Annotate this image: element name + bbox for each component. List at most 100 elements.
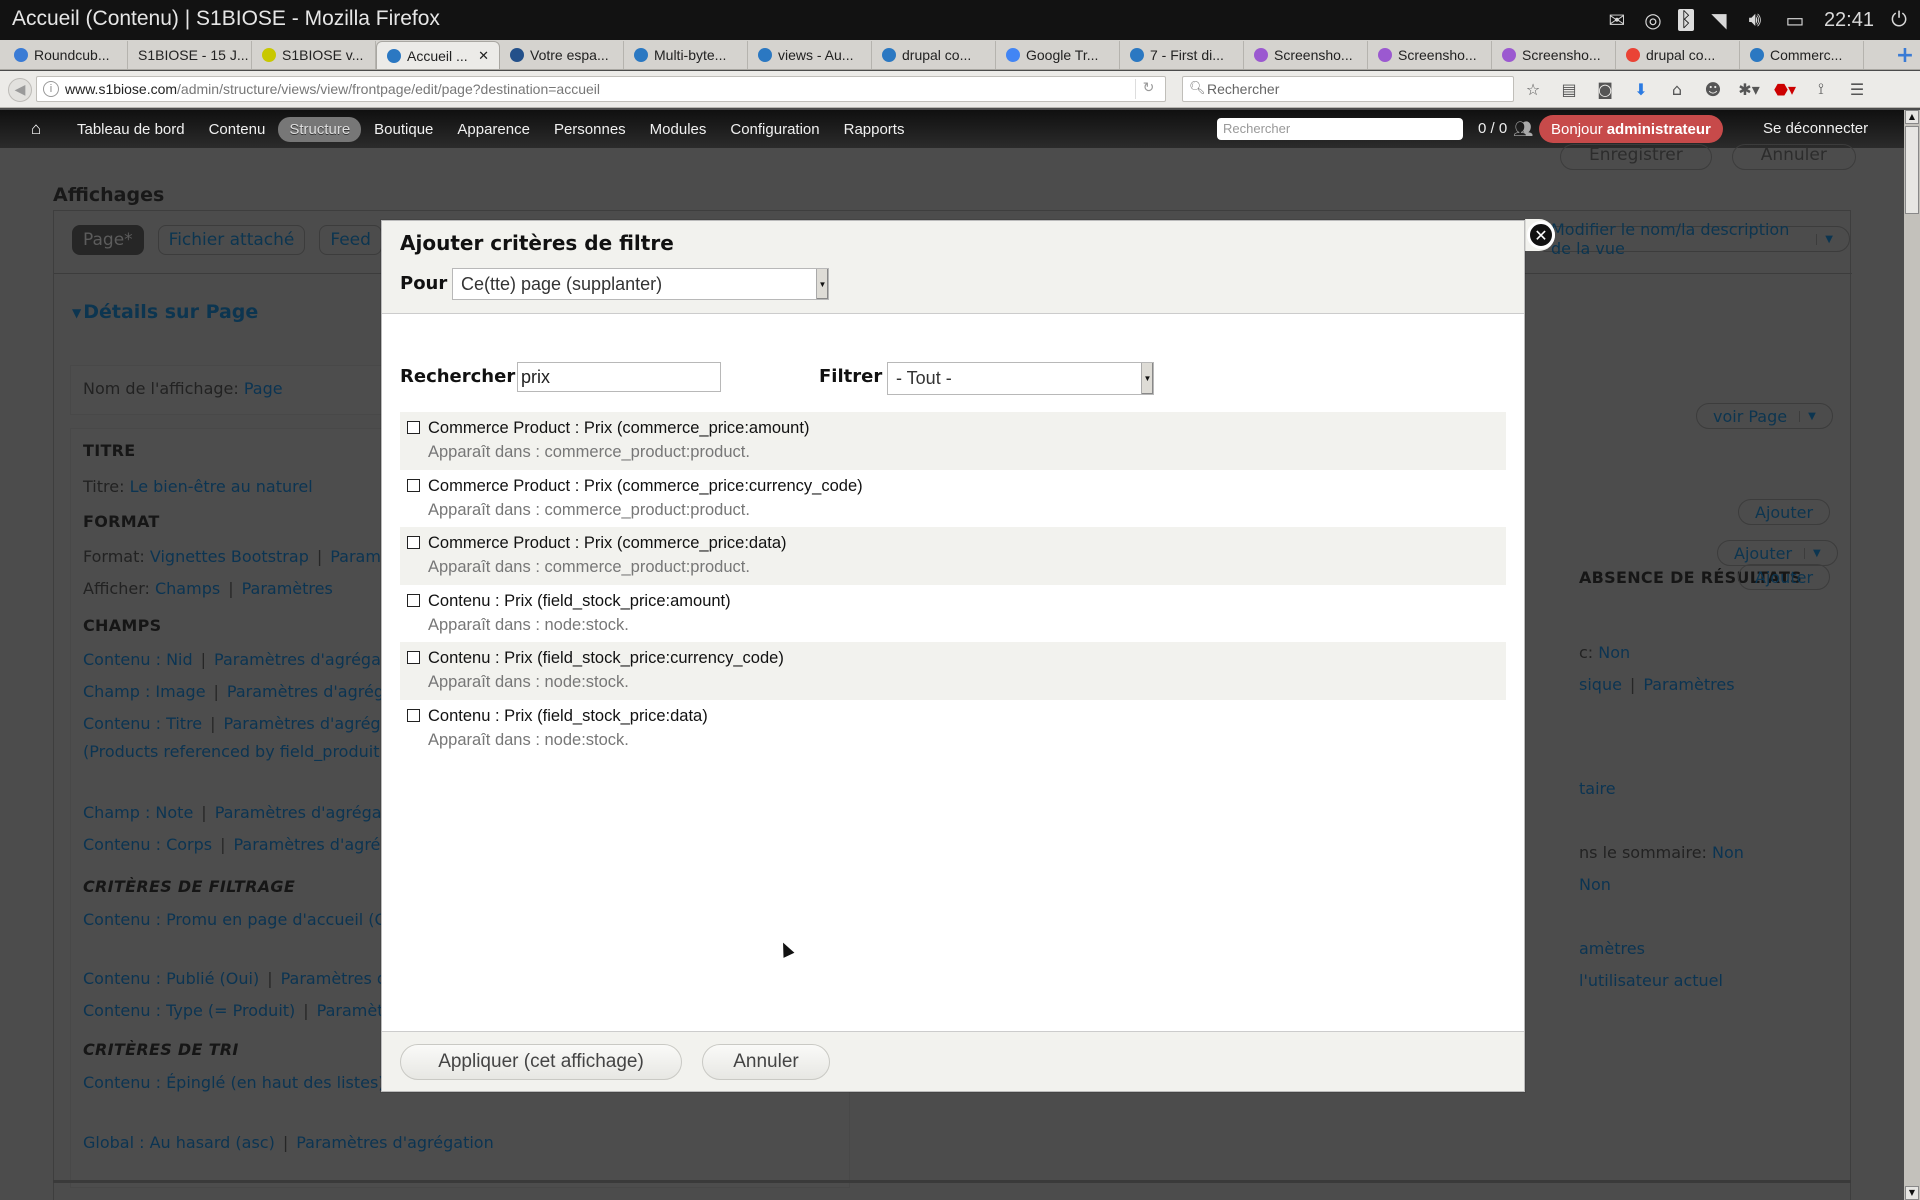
setting-link[interactable]: Contenu : Promu en page d'accueil (Oui): [83, 910, 408, 929]
admin-menu-item[interactable]: Configuration: [719, 117, 830, 142]
option-checkbox[interactable]: [407, 478, 420, 492]
wifi-icon[interactable]: ◥: [1708, 9, 1730, 32]
scroll-down-icon[interactable]: ▼: [1905, 1186, 1919, 1200]
browser-tab[interactable]: drupal co...: [1616, 41, 1740, 69]
browser-tab[interactable]: drupal co...: [872, 41, 996, 69]
site-info-icon[interactable]: i: [43, 81, 59, 97]
show-params-link[interactable]: Paramètres: [242, 579, 333, 598]
filter-option[interactable]: Contenu : Prix (field_stock_price:curren…: [400, 642, 1506, 700]
option-checkbox[interactable]: [407, 536, 420, 549]
filter-option[interactable]: Commerce Product : Prix (commerce_price:…: [400, 412, 1506, 470]
setting-link[interactable]: Contenu : Publié (Oui): [83, 969, 259, 988]
pocket-icon[interactable]: ◙: [1594, 78, 1616, 100]
edit-view-name-button[interactable]: Modifier le nom/la description de la vue…: [1534, 220, 1850, 258]
new-tab-icon[interactable]: +: [1890, 41, 1920, 69]
setting-link[interactable]: Contenu : Nid: [83, 650, 193, 669]
mail-icon[interactable]: ✉: [1606, 9, 1628, 32]
download-icon[interactable]: ⬇: [1630, 78, 1652, 100]
tornado-icon[interactable]: ⟟: [1810, 78, 1832, 100]
option-title[interactable]: Commerce Product : Prix (commerce_price:…: [428, 534, 787, 553]
setting-link[interactable]: Global : Au hasard (asc): [83, 1133, 275, 1152]
setting-link[interactable]: Contenu : Titre: [83, 714, 202, 733]
setting-link[interactable]: (Products referenced by field_produit: [83, 742, 379, 761]
format-link[interactable]: Vignettes Bootstrap: [150, 547, 309, 566]
apply-button[interactable]: Appliquer (cet affichage): [400, 1044, 682, 1080]
details-toggle[interactable]: ▼ Détails sur Page: [72, 301, 258, 323]
filter-option[interactable]: Commerce Product : Prix (commerce_price:…: [400, 527, 1506, 585]
browser-search-input[interactable]: 🔍︎ Rechercher: [1182, 76, 1514, 102]
page-scrollbar[interactable]: ▲ ▼: [1904, 110, 1920, 1200]
setting-link[interactable]: Champ : Note: [83, 803, 193, 822]
admin-menu-item[interactable]: Tableau de bord: [66, 117, 196, 142]
option-checkbox[interactable]: [407, 708, 420, 722]
view-page-button[interactable]: voir Page ▼: [1696, 403, 1833, 429]
display-name-link[interactable]: Page: [244, 379, 283, 398]
logout-link[interactable]: Se déconnecter: [1763, 120, 1868, 137]
power-icon[interactable]: ⏻: [1888, 9, 1910, 31]
admin-menu-item[interactable]: Modules: [639, 117, 718, 142]
add-button[interactable]: Ajouter: [1738, 499, 1831, 525]
admin-search-input[interactable]: Rechercher: [1217, 118, 1463, 140]
browser-tab[interactable]: Screensho...: [1368, 41, 1492, 69]
back-button[interactable]: ◀: [8, 78, 32, 102]
admin-menu-item[interactable]: Personnes: [543, 117, 637, 142]
filter-option[interactable]: Commerce Product : Prix (commerce_price:…: [400, 470, 1506, 528]
option-checkbox[interactable]: [407, 593, 420, 607]
option-title[interactable]: Contenu : Prix (field_stock_price:curren…: [428, 649, 784, 668]
location-icon[interactable]: ◎: [1642, 9, 1664, 32]
scrollbar-thumb[interactable]: [1905, 126, 1919, 214]
show-link[interactable]: Champs: [155, 579, 220, 598]
admin-menu-item[interactable]: Structure: [278, 116, 362, 142]
user-greeting[interactable]: Bonjour administrateur: [1539, 115, 1723, 143]
setting-link[interactable]: Contenu : Corps: [83, 835, 212, 854]
option-title[interactable]: Commerce Product : Prix (commerce_price:…: [428, 477, 863, 496]
adblock-icon[interactable]: ⬣▾: [1774, 78, 1796, 100]
browser-tab[interactable]: S1BIOSE - 15 J...: [128, 41, 252, 69]
browser-tab[interactable]: Google Tr...: [996, 41, 1120, 69]
browser-tab[interactable]: Accueil ... ✕: [376, 41, 500, 69]
clock[interactable]: 22:41: [1824, 9, 1874, 32]
browser-tab[interactable]: Commerc...: [1740, 41, 1864, 69]
option-title[interactable]: Contenu : Prix (field_stock_price:amount…: [428, 592, 731, 611]
setting-link[interactable]: Contenu : Épinglé (en haut des listes): [83, 1073, 385, 1092]
close-tab-icon[interactable]: ✕: [478, 48, 489, 64]
bookmark-star-icon[interactable]: ☆: [1522, 78, 1544, 100]
search-input[interactable]: [517, 362, 721, 392]
volume-icon[interactable]: 🔊︎: [1744, 9, 1766, 31]
filter-option[interactable]: Contenu : Prix (field_stock_price:amount…: [400, 585, 1506, 643]
browser-tab[interactable]: Screensho...: [1492, 41, 1616, 69]
browser-tab[interactable]: Screensho...: [1244, 41, 1368, 69]
option-title[interactable]: Commerce Product : Prix (commerce_price:…: [428, 419, 809, 438]
chat-icon[interactable]: ☻: [1702, 78, 1724, 100]
home-icon[interactable]: ⌂: [24, 119, 48, 139]
menu-icon[interactable]: ☰: [1846, 78, 1868, 100]
browser-tab[interactable]: 7 - First di...: [1120, 41, 1244, 69]
add-no-results-button[interactable]: Ajouter: [1738, 564, 1831, 590]
tab-page[interactable]: Page*: [72, 225, 144, 255]
reading-list-icon[interactable]: ▤: [1558, 78, 1580, 100]
browser-tab[interactable]: S1BIOSE v...: [252, 41, 376, 69]
aggregation-settings-link[interactable]: Paramètres d'agrégation: [296, 1133, 494, 1152]
admin-menu-item[interactable]: Apparence: [446, 117, 541, 142]
tab-feed[interactable]: Feed: [319, 225, 382, 255]
setting-link[interactable]: Champ : Image: [83, 682, 206, 701]
filter-option[interactable]: Contenu : Prix (field_stock_price:data) A…: [400, 700, 1506, 758]
tab-attached-file[interactable]: Fichier attaché: [157, 225, 306, 255]
close-icon[interactable]: ✕: [1527, 221, 1555, 249]
cancel-button[interactable]: Annuler: [702, 1044, 830, 1080]
battery-icon[interactable]: ▭: [1780, 9, 1810, 32]
filter-select[interactable]: - Tout - ▼: [887, 362, 1154, 395]
bluetooth-icon[interactable]: ᛒ: [1677, 9, 1694, 31]
scroll-up-icon[interactable]: ▲: [1905, 110, 1919, 124]
title-link[interactable]: Le bien-être au naturel: [130, 477, 313, 496]
option-checkbox[interactable]: [407, 421, 420, 434]
cancel-view-button[interactable]: Annuler: [1731, 144, 1856, 170]
home-icon[interactable]: ⌂: [1666, 78, 1688, 100]
admin-menu-item[interactable]: Boutique: [363, 117, 444, 142]
browser-tab[interactable]: Roundcub...: [4, 41, 128, 69]
for-select[interactable]: Ce(tte) page (supplanter) ▼: [452, 268, 829, 300]
option-title[interactable]: Contenu : Prix (field_stock_price:data): [428, 707, 708, 726]
url-bar[interactable]: i www.s1biose.com/admin/structure/views/…: [36, 76, 1166, 102]
reload-icon[interactable]: ↻: [1135, 79, 1161, 99]
add-dropdown-button[interactable]: Ajouter ▼: [1717, 540, 1838, 566]
